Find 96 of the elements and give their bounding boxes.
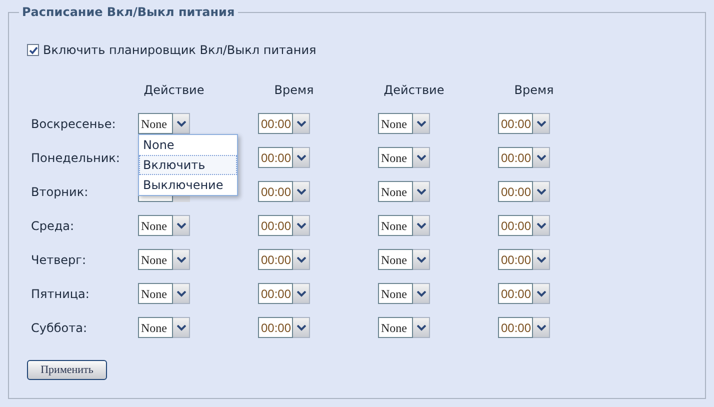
time-select[interactable]: 00:00 <box>498 283 533 304</box>
day-label: Суббота: <box>31 320 88 334</box>
action-select[interactable]: None <box>138 249 173 270</box>
chevron-down-icon <box>296 256 306 262</box>
checkbox[interactable] <box>27 44 39 56</box>
chevron-down-icon <box>296 324 306 330</box>
time-select[interactable]: 00:00 <box>498 181 533 202</box>
dropdown-button[interactable] <box>533 147 550 168</box>
dropdown-button[interactable] <box>533 181 550 202</box>
chevron-down-icon <box>536 120 546 126</box>
dropdown-button[interactable] <box>293 283 310 304</box>
action-select[interactable]: None <box>378 113 413 134</box>
dropdown-button[interactable] <box>413 317 430 338</box>
day-label: Среда: <box>31 218 74 232</box>
dropdown-button[interactable] <box>173 215 190 236</box>
column-header: Время <box>514 82 554 99</box>
action-select[interactable]: None <box>378 181 413 202</box>
action-select[interactable]: None <box>378 283 413 304</box>
chevron-down-icon <box>176 222 186 228</box>
dropdown-button[interactable] <box>413 249 430 270</box>
day-label: Понедельник: <box>31 150 120 164</box>
chevron-down-icon <box>416 120 426 126</box>
column-header: Действие <box>144 82 204 99</box>
time-select[interactable]: 00:00 <box>258 113 293 134</box>
dropdown-button[interactable] <box>533 283 550 304</box>
menu-option[interactable]: Включить <box>139 155 237 175</box>
dropdown-button[interactable] <box>293 215 310 236</box>
chevron-down-icon <box>416 154 426 160</box>
dropdown-button[interactable] <box>533 215 550 236</box>
chevron-down-icon <box>416 222 426 228</box>
time-select[interactable]: 00:00 <box>258 283 293 304</box>
action-select[interactable]: None <box>138 215 173 236</box>
time-select[interactable]: 00:00 <box>498 215 533 236</box>
chevron-down-icon <box>296 120 306 126</box>
dropdown-button[interactable] <box>533 249 550 270</box>
dropdown-button[interactable] <box>293 181 310 202</box>
dropdown-button[interactable] <box>413 215 430 236</box>
chevron-down-icon <box>416 290 426 296</box>
chevron-down-icon <box>176 256 186 262</box>
dropdown-button[interactable] <box>293 113 310 134</box>
time-select[interactable]: 00:00 <box>498 317 533 338</box>
time-select[interactable]: 00:00 <box>498 249 533 270</box>
dropdown-button[interactable] <box>173 113 190 134</box>
time-select[interactable]: 00:00 <box>258 181 293 202</box>
chevron-down-icon <box>296 290 306 296</box>
day-label: Четверг: <box>31 252 86 266</box>
dropdown-button[interactable] <box>413 113 430 134</box>
menu-option[interactable]: Выключение <box>139 175 237 195</box>
chevron-down-icon <box>416 324 426 330</box>
dropdown-button[interactable] <box>293 249 310 270</box>
chevron-down-icon <box>176 324 186 330</box>
chevron-down-icon <box>536 222 546 228</box>
time-select[interactable]: 00:00 <box>258 215 293 236</box>
day-label: Воскресенье: <box>31 116 116 130</box>
column-header: Время <box>274 82 314 99</box>
time-select[interactable]: 00:00 <box>258 249 293 270</box>
time-select[interactable]: 00:00 <box>258 147 293 168</box>
chevron-down-icon <box>296 188 306 194</box>
dropdown-button[interactable] <box>413 181 430 202</box>
time-select[interactable]: 00:00 <box>498 147 533 168</box>
chevron-down-icon <box>536 188 546 194</box>
chevron-down-icon <box>296 154 306 160</box>
menu-option[interactable]: None <box>139 135 237 155</box>
time-select[interactable]: 00:00 <box>258 317 293 338</box>
dropdown-button[interactable] <box>413 283 430 304</box>
apply-button[interactable]: Применить <box>27 360 107 380</box>
day-label: Пятница: <box>31 286 90 300</box>
chevron-down-icon <box>536 256 546 262</box>
time-select[interactable]: 00:00 <box>498 113 533 134</box>
chevron-down-icon <box>296 222 306 228</box>
chevron-down-icon <box>176 120 186 126</box>
action-select[interactable]: None <box>138 113 173 134</box>
dropdown-button[interactable] <box>173 283 190 304</box>
dropdown-button[interactable] <box>173 249 190 270</box>
chevron-down-icon <box>536 290 546 296</box>
chevron-down-icon <box>416 256 426 262</box>
checkbox-label: Включить планировщик Вкл/Выкл питания <box>43 42 316 59</box>
action-select[interactable]: None <box>378 215 413 236</box>
panel-title: Расписание Вкл/Выкл питания <box>21 4 236 21</box>
action-select[interactable]: None <box>138 283 173 304</box>
action-select[interactable]: None <box>378 147 413 168</box>
dropdown-button[interactable] <box>413 147 430 168</box>
chevron-down-icon <box>536 324 546 330</box>
action-select[interactable]: None <box>138 317 173 338</box>
chevron-down-icon <box>416 188 426 194</box>
chevron-down-icon <box>176 290 186 296</box>
chevron-down-icon <box>536 154 546 160</box>
dropdown-button[interactable] <box>173 317 190 338</box>
column-header: Действие <box>384 82 444 99</box>
dropdown-button[interactable] <box>533 317 550 338</box>
action-select[interactable]: None <box>378 249 413 270</box>
dropdown-button[interactable] <box>293 147 310 168</box>
dropdown-button[interactable] <box>293 317 310 338</box>
action-select[interactable]: None <box>378 317 413 338</box>
day-label: Вторник: <box>31 184 88 198</box>
dropdown-button[interactable] <box>533 113 550 134</box>
